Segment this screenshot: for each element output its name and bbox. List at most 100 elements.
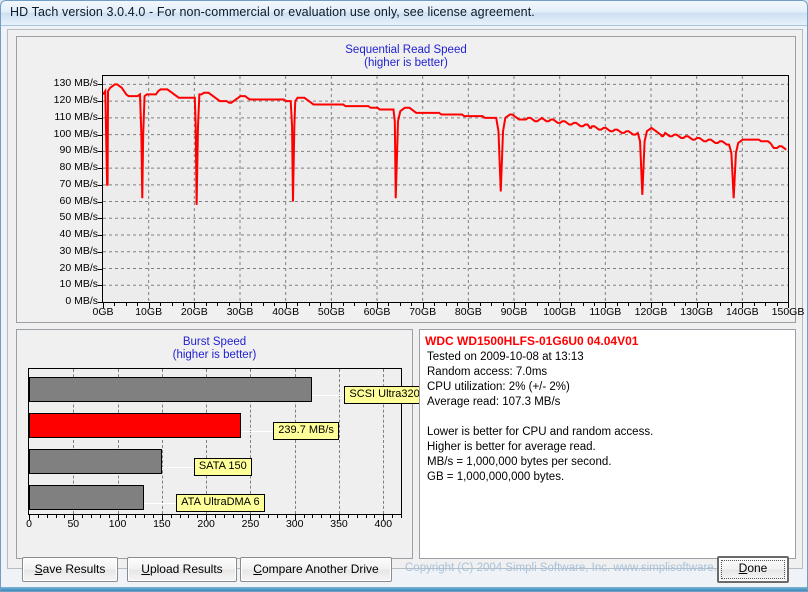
sequential-x-tickmark: [685, 303, 686, 306]
sequential-y-tickmark: [98, 135, 102, 136]
sequential-x-tickmark: [720, 303, 721, 306]
compare-another-drive-button[interactable]: Compare Another Drive: [240, 557, 392, 582]
sequential-x-tickmark: [754, 303, 755, 306]
compare-button-mnemonic: C: [253, 562, 262, 576]
burst-x-tickmark: [339, 515, 340, 520]
sequential-y-tick-80: 80 MB/s: [59, 161, 98, 174]
burst-bar-3: [29, 485, 145, 511]
sequential-x-tickmark: [343, 303, 344, 306]
burst-x-tickmark: [224, 515, 225, 518]
burst-x-tickmark: [392, 515, 393, 518]
drive-info-note-3: GB = 1,000,000,000 bytes.: [427, 471, 565, 483]
done-button[interactable]: Done: [717, 556, 789, 583]
sequential-x-tickmark: [160, 303, 161, 306]
sequential-chart-title: Sequential Read Speed: [345, 44, 467, 56]
sequential-x-tickmark: [446, 303, 447, 306]
burst-bar-2: [29, 449, 162, 475]
sequential-x-tickmark: [126, 303, 127, 306]
sequential-x-tickmark: [708, 303, 709, 306]
sequential-x-tickmark: [423, 303, 424, 308]
copyright-text: Copyright (C) 2004 Simpli Software, Inc.…: [405, 562, 739, 574]
burst-x-tickmark: [64, 515, 65, 518]
burst-chart-subtitle: (higher is better): [172, 349, 257, 361]
sequential-x-tickmark: [468, 303, 469, 308]
burst-x-tickmark: [126, 515, 127, 518]
burst-x-tickmark: [215, 515, 216, 518]
sequential-x-tickmark: [354, 303, 355, 306]
burst-x-tickmark: [250, 515, 251, 520]
burst-x-tickmark: [29, 515, 30, 520]
sequential-y-tick-110: 110 MB/s: [54, 110, 98, 123]
save-button-label: ave Results: [42, 562, 106, 576]
upload-results-button[interactable]: Upload Results: [127, 557, 237, 582]
burst-leader-line: [161, 467, 196, 469]
burst-callout-3: ATA UltraDMA 6: [176, 494, 265, 513]
sequential-x-tickmark: [297, 303, 298, 306]
burst-x-tickmark: [242, 515, 243, 518]
sequential-x-tickmark: [537, 303, 538, 306]
sequential-y-tick-70: 70 MB/s: [59, 177, 98, 190]
burst-x-tickmark: [100, 515, 101, 518]
sequential-x-tickmark: [697, 303, 698, 308]
burst-x-tickmark: [366, 515, 367, 518]
sequential-y-tick-100: 100 MB/s: [53, 127, 98, 140]
burst-bar-1: [29, 412, 242, 438]
sequential-x-tickmark: [514, 303, 515, 308]
sequential-x-tickmark: [274, 303, 275, 306]
burst-x-tickmark: [286, 515, 287, 518]
sequential-y-tick-10: 10 MB/s: [59, 278, 98, 291]
burst-gridline: [339, 369, 340, 514]
burst-x-tickmark: [383, 515, 384, 520]
sequential-y-tickmark: [98, 252, 102, 253]
save-results-button[interactable]: Save Results: [22, 557, 118, 582]
sequential-y-tickmark: [98, 151, 102, 152]
sequential-x-tickmark: [583, 303, 584, 306]
title-bar: HD Tach version 3.0.4.0 - For non-commer…: [1, 1, 807, 26]
sequential-x-tickmark: [480, 303, 481, 306]
burst-chart-title: Burst Speed: [182, 336, 247, 348]
window-title: HD Tach version 3.0.4.0 - For non-commer…: [10, 5, 535, 19]
sequential-chart-subtitle: (higher is better): [364, 57, 448, 69]
sequential-y-tickmark: [98, 269, 102, 270]
sequential-x-tickmark: [183, 303, 184, 306]
sequential-plot-area: [102, 75, 789, 303]
burst-x-tickmark: [233, 515, 234, 518]
upload-button-mnemonic: U: [141, 562, 150, 576]
burst-x-tickmark: [135, 515, 136, 518]
burst-callout-0: SCSI Ultra320: [344, 385, 425, 404]
sequential-x-tickmark: [777, 303, 778, 306]
sequential-x-tickmark: [137, 303, 138, 306]
burst-x-tickmark: [268, 515, 269, 518]
burst-x-tickmark: [197, 515, 198, 518]
sequential-x-tickmark: [217, 303, 218, 306]
sequential-x-tickmark: [628, 303, 629, 306]
burst-bar-0: [29, 376, 313, 402]
drive-info-line-2: CPU utilization: 2% (+/- 2%): [427, 381, 570, 393]
sequential-x-tickmark: [320, 303, 321, 306]
burst-x-tickmark: [109, 515, 110, 518]
sequential-x-tickmark: [434, 303, 435, 306]
sequential-x-tickmark: [731, 303, 732, 306]
burst-x-tickmark: [259, 515, 260, 518]
sequential-x-tickmark: [388, 303, 389, 306]
burst-x-tickmark: [321, 515, 322, 518]
sequential-y-tickmark: [98, 84, 102, 85]
sequential-x-tickmark: [525, 303, 526, 306]
upload-button-label: pload Results: [149, 562, 223, 576]
sequential-x-tickmark: [503, 303, 504, 306]
sequential-y-tickmark: [98, 101, 102, 102]
burst-x-tickmark: [144, 515, 145, 518]
sequential-y-tick-40: 40 MB/s: [59, 228, 98, 241]
burst-x-tickmark: [118, 515, 119, 520]
sequential-x-tickmark: [674, 303, 675, 306]
sequential-x-tick-150: 150GB: [771, 306, 805, 318]
burst-x-tickmark: [162, 515, 163, 520]
drive-info-panel: WDC WD1500HLFS-01G6U0 04.04V01 Tested on…: [419, 329, 796, 559]
sequential-y-tickmark: [98, 285, 102, 286]
sequential-y-tickmark: [98, 218, 102, 219]
sequential-y-tick-90: 90 MB/s: [59, 144, 98, 157]
drive-info-note-0: Lower is better for CPU and random acces…: [427, 426, 654, 438]
sequential-read-panel: Sequential Read Speed (higher is better)…: [16, 36, 804, 323]
burst-x-tickmark: [312, 515, 313, 518]
drive-info-note-1: Higher is better for average read.: [427, 441, 596, 453]
